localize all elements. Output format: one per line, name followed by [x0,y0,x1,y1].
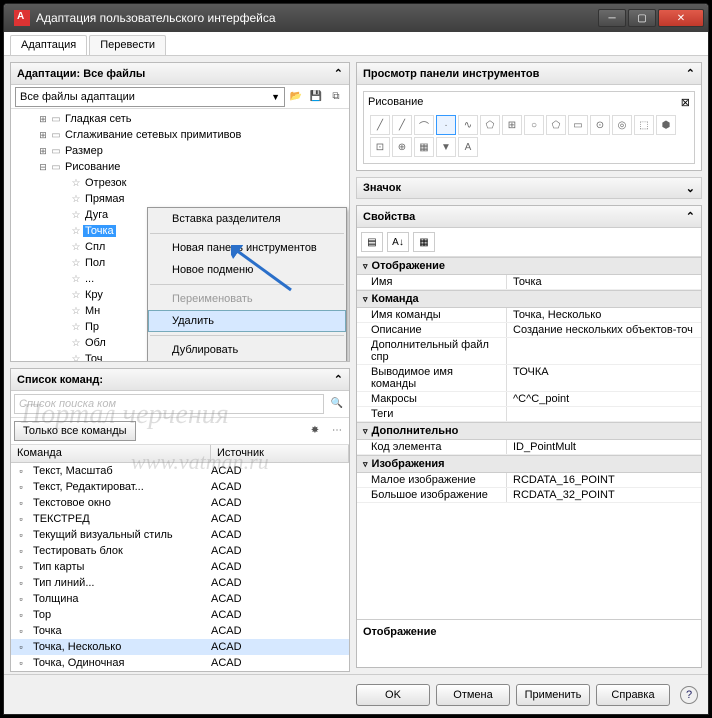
toolbar-preview: ╱╱⌒·∿⬠⊞○⬠▭⊙◎⬚⬢⊡⊕ ▦▼A [368,113,690,159]
command-grid[interactable]: Команда Источник ▫Текст, МасштабACAD▫Тек… [11,445,349,671]
ctx-insert-separator[interactable]: Вставка разделителя [148,208,346,230]
titlebar[interactable]: Адаптация пользовательского интерфейса ─… [4,4,708,32]
close-button[interactable]: ✕ [658,9,704,27]
maximize-button[interactable]: ▢ [628,9,656,27]
icon-panel-header[interactable]: Значок ⌄ [356,177,702,199]
command-row[interactable]: ▫Текст, Редактироват...ACAD [11,479,349,495]
command-row[interactable]: ▫ТолщинаACAD [11,591,349,607]
command-row[interactable]: ▫Тип линий...ACAD [11,575,349,591]
collapse-icon[interactable]: ⌃ [686,67,695,80]
close-preview-icon[interactable]: ⊠ [681,96,690,109]
filter-button[interactable]: Только все команды [14,421,136,441]
command-search-input[interactable]: Список поиска ком [14,394,324,414]
collapse-icon[interactable]: ⌃ [334,373,343,386]
app-icon [14,10,30,26]
ctx-duplicate[interactable]: Дублировать [148,339,346,361]
preview-box-title: Рисование [368,96,423,109]
saveall-icon[interactable]: ⧉ [327,88,345,106]
col-command[interactable]: Команда [11,445,211,462]
alphabetical-icon[interactable]: A↓ [387,232,409,252]
tab-adaptation[interactable]: Адаптация [10,35,87,55]
preview-panel-header[interactable]: Просмотр панели инструментов ⌃ [357,63,701,85]
minimize-button[interactable]: ─ [598,9,626,27]
command-row[interactable]: ▫Тип картыACAD [11,559,349,575]
ctx-rename: Переименовать [148,288,346,310]
chevron-down-icon: ▼ [271,92,280,102]
command-row[interactable]: ▫Точка, ОдиночнаяACAD [11,655,349,671]
col-source[interactable]: Источник [211,445,349,462]
options-icon[interactable]: ⋯ [328,421,346,439]
adaptations-panel-header[interactable]: Адаптации: Все файлы ⌃ [11,63,349,85]
prop-panel-icon[interactable]: ▦ [413,232,435,252]
command-row[interactable]: ▫Точка, НесколькоACAD [11,639,349,655]
expand-icon[interactable]: ⌄ [686,182,695,195]
open-icon[interactable]: 📂 [287,88,305,106]
dialog-footer: OK Отмена Применить Справка ? [4,674,708,714]
new-command-icon[interactable]: ✸ [306,421,324,439]
file-combo[interactable]: Все файлы адаптации ▼ [15,87,285,107]
command-row[interactable]: ▫ТорACAD [11,607,349,623]
apply-button[interactable]: Применить [516,684,590,706]
ctx-delete[interactable]: Удалить [148,310,346,332]
window-title: Адаптация пользовательского интерфейса [36,11,598,25]
ctx-new-submenu[interactable]: Новое подменю [148,259,346,281]
ok-button[interactable]: OK [356,684,430,706]
help-button[interactable]: Справка [596,684,670,706]
command-row[interactable]: ▫ТЕКСТРЕДACAD [11,511,349,527]
categorized-icon[interactable]: ▤ [361,232,383,252]
context-menu: Вставка разделителя Новая панель инструм… [147,207,347,361]
command-row[interactable]: ▫Текстовое окноACAD [11,495,349,511]
command-row[interactable]: ▫Тестировать блокACAD [11,543,349,559]
cancel-button[interactable]: Отмена [436,684,510,706]
command-row[interactable]: ▫Текст, МасштабACAD [11,463,349,479]
save-icon[interactable]: 💾 [307,88,325,106]
search-icon[interactable]: 🔍 [328,394,346,412]
collapse-icon[interactable]: ⌃ [686,210,695,223]
collapse-icon[interactable]: ⌃ [334,67,343,80]
command-row[interactable]: ▫Текущий визуальный стильACAD [11,527,349,543]
tab-bar: Адаптация Перевести [4,32,708,56]
properties-panel-header[interactable]: Свойства ⌃ [357,206,701,228]
command-list-header[interactable]: Список команд: ⌃ [11,369,349,391]
adaptations-tree[interactable]: ⊞▭Гладкая сеть ⊞▭Сглаживание сетевых при… [11,109,349,361]
command-row[interactable]: ▫ТочкаACAD [11,623,349,639]
help-icon[interactable]: ? [680,686,698,704]
tab-translate[interactable]: Перевести [89,35,166,55]
prop-footer-title: Отображение [363,626,695,638]
ctx-new-toolbar[interactable]: Новая панель инструментов [148,237,346,259]
dialog-window: Адаптация пользовательского интерфейса ─… [3,3,709,715]
property-grid[interactable]: Отображение ИмяТочка Команда Имя команды… [357,257,701,619]
